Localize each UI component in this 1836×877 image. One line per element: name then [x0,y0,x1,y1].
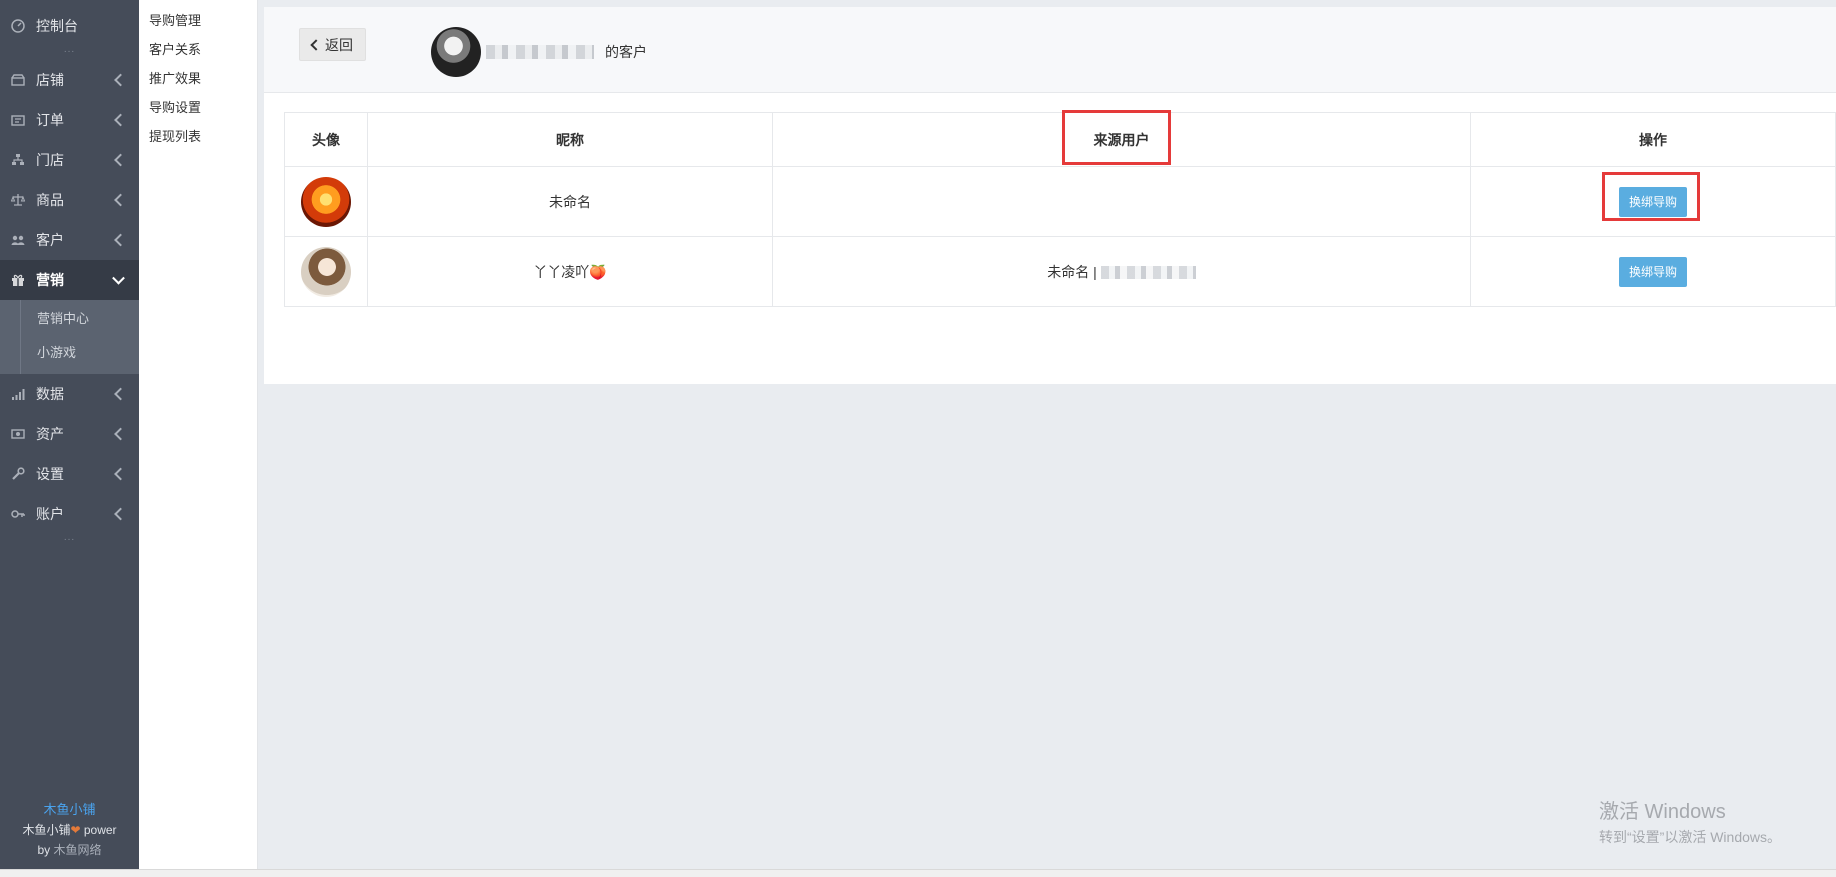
rebind-guide-button[interactable]: 换绑导购 [1618,186,1687,217]
table-row: 未命名 换绑导购 [284,166,1836,237]
order-icon [10,112,26,128]
nav-label: 门店 [36,152,64,168]
nav-item-dashboard[interactable]: 控制台 [0,6,139,46]
nav-item-branches[interactable]: 门店 [0,140,139,180]
nav-item-orders[interactable]: 订单 [0,100,139,140]
marketing-submenu: 营销中心 小游戏 [0,300,139,374]
column-header-source-user: 来源用户 [772,112,1471,167]
secondary-menu: 导购管理 客户关系 推广效果 导购设置 提现列表 [139,0,258,870]
chevron-left-icon [310,38,322,51]
brand-power-line: 木鱼小铺❤ power [0,820,139,840]
column-header-action: 操作 [1470,112,1836,167]
nav-label: 客户 [36,232,64,248]
nickname-cell: 未命名 [367,166,773,237]
avatar-cell [284,166,368,237]
nav-label: 营销 [36,272,64,288]
chevron-left-icon [114,467,127,481]
nav-item-settings[interactable]: 设置 [0,454,139,494]
key-icon [10,506,26,522]
browser-status-bar [0,869,1836,877]
menu-item-guide-management[interactable]: 导购管理 [139,8,257,37]
scale-icon [10,192,26,208]
rebind-guide-button[interactable]: 换绑导购 [1618,256,1687,287]
sitemap-icon [10,152,26,168]
avatar [301,246,351,297]
brand-power-prefix: 木鱼小铺 [22,823,71,837]
users-icon [10,232,26,248]
nav-label: 账户 [36,506,64,522]
gift-icon [10,272,26,288]
table-header-row: 头像 昵称 来源用户 操作 [284,112,1836,167]
avatar-cell [284,236,368,307]
brand-name: 木鱼小铺 [43,802,96,817]
nav-item-data[interactable]: 数据 [0,374,139,414]
chevron-left-icon [114,387,127,401]
nav-label: 设置 [36,466,64,482]
menu-item-withdrawal-list[interactable]: 提现列表 [139,124,257,153]
dashboard-icon [10,18,26,34]
heart-icon: ❤ [70,823,81,837]
back-button-label: 返回 [325,36,353,53]
chevron-left-icon [114,113,127,127]
nav-label: 控制台 [36,18,78,34]
watermark-line-2: 转到“设置”以激活 Windows。 [1599,829,1782,845]
nickname-cell: 丫丫凌吖🍑 [367,236,773,307]
menu-item-guide-settings[interactable]: 导购设置 [139,95,257,124]
chevron-left-icon [114,233,127,247]
money-icon [10,426,26,442]
column-header-avatar: 头像 [284,112,368,167]
nav-item-customers[interactable]: 客户 [0,220,139,260]
wrench-icon [10,466,26,482]
redacted-source-id [1100,266,1196,280]
chevron-down-icon [112,271,125,285]
brand-by-prefix: by [37,843,51,857]
customer-table: 头像 昵称 来源用户 操作 未命名 换绑导购 丫丫凌吖🍑 未命名 | 换绑导购 [284,112,1836,307]
redacted-guide-name [486,45,594,59]
column-header-nickname: 昵称 [367,112,773,167]
chevron-left-icon [114,73,127,87]
menu-item-promotion-effect[interactable]: 推广效果 [139,66,257,95]
brand-power-suffix: power [83,823,117,837]
customer-panel: 返回 的客户 头像 昵称 来源用户 操作 未命名 换绑导购 丫丫凌吖🍑 未命名 … [264,7,1836,384]
nav-item-account[interactable]: 账户 [0,494,139,534]
chevron-left-icon [114,193,127,207]
nav-label: 数据 [36,386,64,402]
source-user-cell [772,166,1471,237]
nav-item-products[interactable]: 商品 [0,180,139,220]
panel-header: 返回 的客户 [264,7,1836,93]
watermark-line-1: 激活 Windows [1599,801,1726,823]
company-link[interactable]: 木鱼网络 [54,843,102,857]
chevron-left-icon [114,507,127,521]
nav-item-assets[interactable]: 资产 [0,414,139,454]
source-user-name: 未命名 | [1047,263,1097,280]
nav-label: 商品 [36,192,64,208]
avatar [301,176,351,227]
menu-item-customer-relations[interactable]: 客户关系 [139,37,257,66]
action-cell: 换绑导购 [1470,236,1836,307]
back-button[interactable]: 返回 [299,28,366,61]
divider-dots: ... [63,44,76,55]
submenu-item-marketing-center[interactable]: 营销中心 [0,302,139,336]
table-row: 丫丫凌吖🍑 未命名 | 换绑导购 [284,236,1836,307]
nav-label: 订单 [36,112,64,128]
page-title-suffix: 的客户 [605,44,647,60]
action-cell: 换绑导购 [1470,166,1836,237]
chevron-left-icon [114,427,127,441]
source-user-cell: 未命名 | [772,236,1471,307]
nav-item-store[interactable]: 店铺 [0,60,139,100]
brand-footer: 木鱼小铺 木鱼小铺❤ power by 木鱼网络 [0,800,139,860]
submenu-item-mini-games[interactable]: 小游戏 [0,336,139,370]
guide-avatar [431,27,481,77]
main-sidebar: 控制台 ... 店铺 订单 门店 商品 客户 营销 营销中心 小游戏 数据 资产… [0,0,139,870]
nav-item-marketing[interactable]: 营销 [0,260,139,300]
brand-by-line: by 木鱼网络 [0,840,139,860]
divider-dots: ... [63,532,76,543]
chevron-left-icon [114,153,127,167]
nav-label: 店铺 [36,72,64,88]
store-icon [10,72,26,88]
nav-label: 资产 [36,426,64,442]
signal-icon [10,386,26,402]
windows-activation-watermark: 激活 Windows 转到“设置”以激活 Windows。 [1599,795,1781,847]
